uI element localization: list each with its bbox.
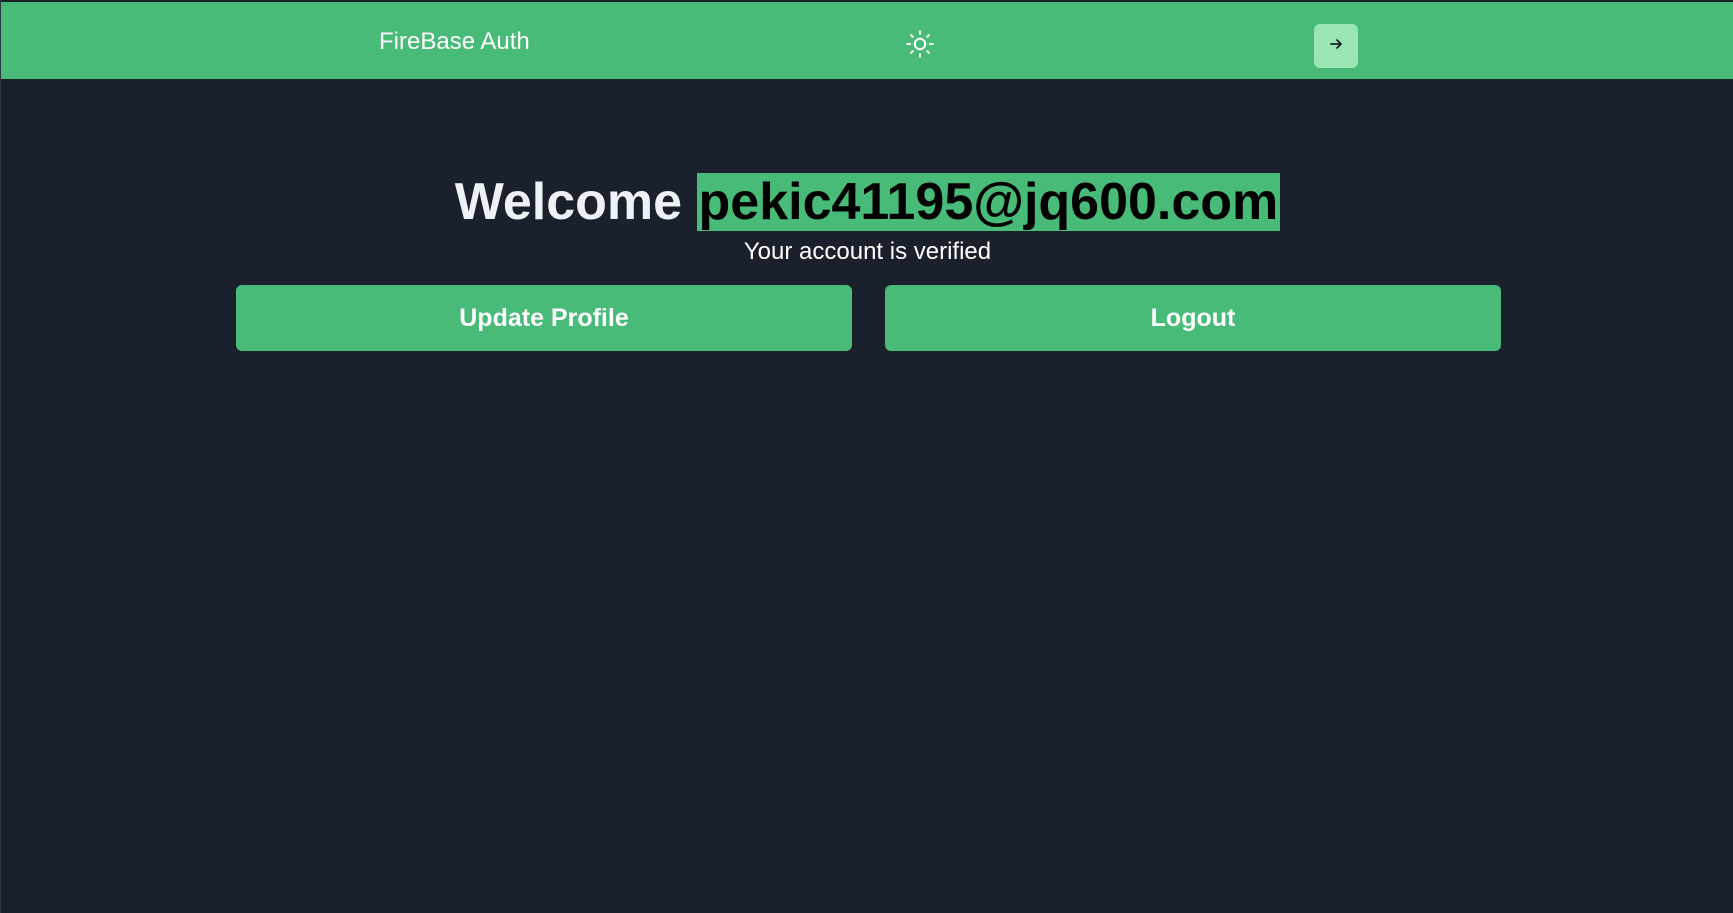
user-email: pekic41195@jq600.com — [696, 173, 1281, 231]
verification-status: Your account is verified — [743, 238, 992, 265]
welcome-label: Welcome — [454, 173, 683, 231]
page: FireBase Auth Welcome pekic41195@jq600.c… — [0, 0, 1733, 913]
update-profile-button[interactable]: Update Profile — [236, 285, 852, 351]
brand-link[interactable]: FireBase Auth — [379, 0, 530, 85]
sun-icon — [905, 29, 935, 64]
navbar: FireBase Auth — [1, 2, 1733, 79]
arrow-right-icon — [1328, 36, 1344, 57]
theme-toggle-button[interactable] — [903, 29, 937, 63]
logout-button[interactable]: Logout — [885, 285, 1501, 351]
nav-action-button[interactable] — [1314, 24, 1358, 68]
welcome-heading: Welcome pekic41195@jq600.com — [1, 170, 1733, 234]
